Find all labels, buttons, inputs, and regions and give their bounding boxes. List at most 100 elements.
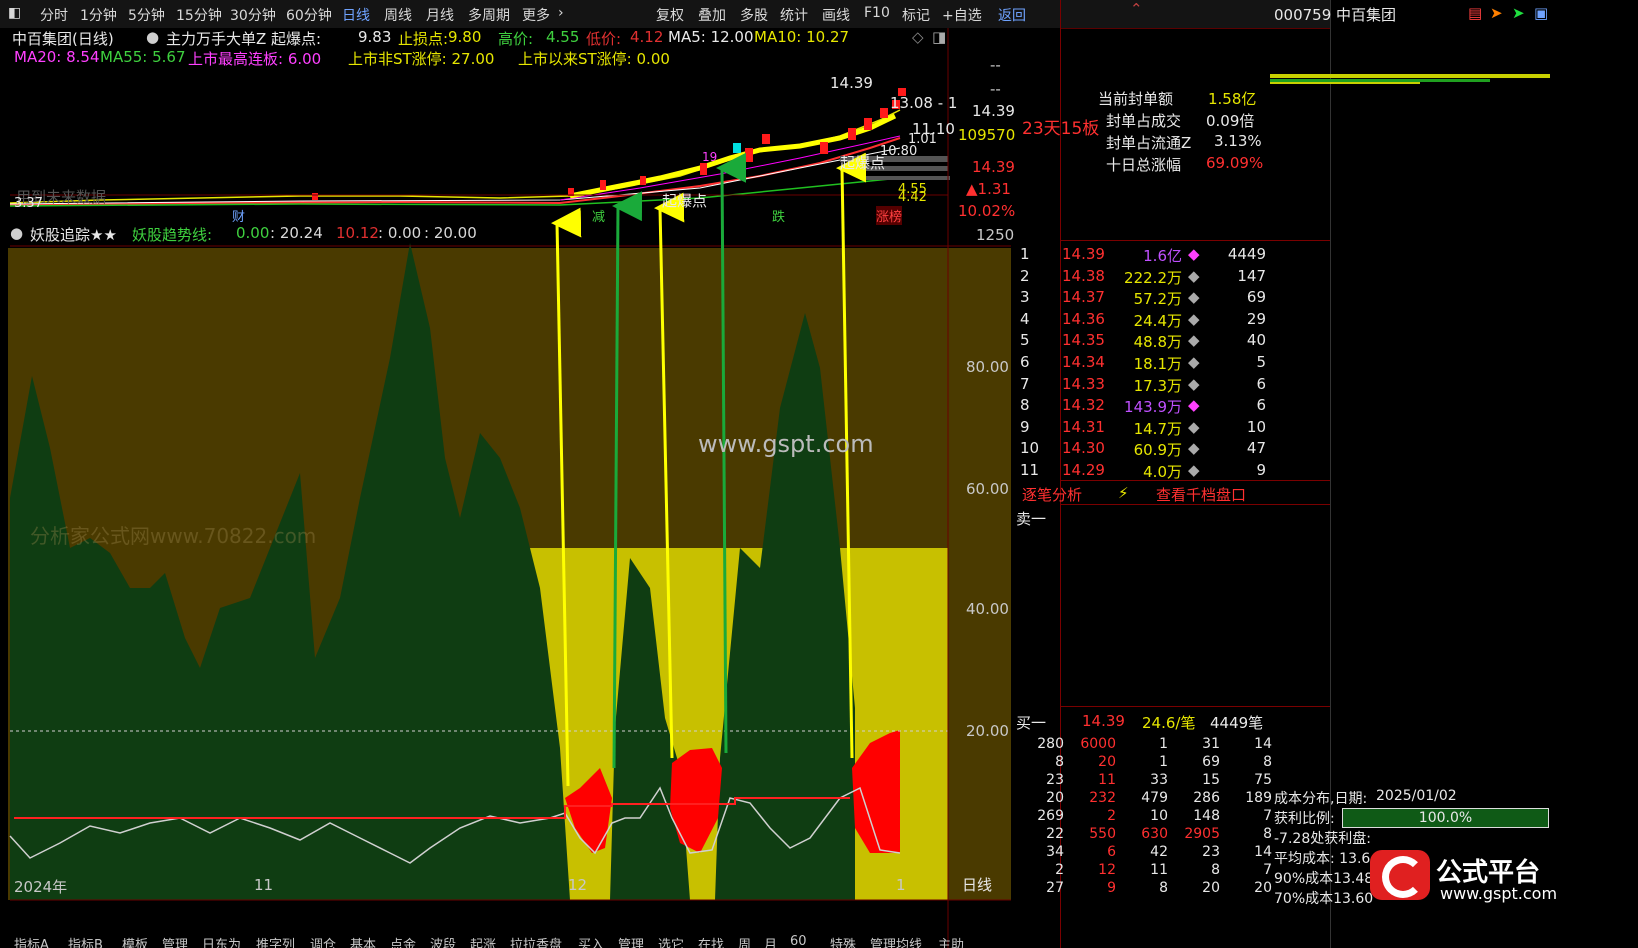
bottom-tab[interactable]: 推字列 xyxy=(256,934,295,948)
trade-cell: 42 xyxy=(1150,844,1168,860)
trade-cell: 1 xyxy=(1159,754,1168,770)
level-count: 5 xyxy=(1256,353,1266,371)
bottom-tab[interactable]: 调仓 xyxy=(310,934,336,948)
diamond-icon[interactable]: ◇ xyxy=(912,28,924,46)
bottom-tab[interactable]: 管理均线 xyxy=(870,934,922,948)
bottom-tab[interactable]: 起涨 xyxy=(470,934,496,948)
period-tab[interactable]: 周线 xyxy=(384,5,412,25)
bottom-tab[interactable]: 月 xyxy=(764,934,777,948)
period-tab[interactable]: 月线 xyxy=(426,5,454,25)
bottom-tab[interactable]: 买入 xyxy=(578,934,604,948)
flag-icon[interactable]: ▤ xyxy=(1468,4,1482,22)
trade-cell: 27 xyxy=(1046,880,1064,896)
order-book-row[interactable]: 2 14.38 222.2万 ◆ 147 xyxy=(1020,265,1326,287)
tool-button[interactable]: 复权 xyxy=(656,5,684,25)
arrow-icon[interactable]: ➤ xyxy=(1512,4,1525,22)
bottom-tab[interactable]: 点金 xyxy=(390,934,416,948)
order-book-row[interactable]: 4 14.36 24.4万 ◆ 29 xyxy=(1020,308,1326,330)
add-watchlist-button[interactable]: +自选 xyxy=(942,5,982,25)
bottom-tab[interactable]: 60 xyxy=(790,934,807,948)
bottom-tab[interactable]: 在找 xyxy=(698,934,724,948)
tool-button[interactable]: F10 xyxy=(864,5,890,21)
collapse-icon[interactable]: ⌃ xyxy=(1130,0,1143,18)
settings-icon[interactable]: ● xyxy=(146,28,159,46)
diamond-icon: ◆ xyxy=(1188,353,1200,371)
depth-tab[interactable]: 查看千档盘口 xyxy=(1156,484,1246,505)
y-tick: -- xyxy=(990,56,1001,74)
layout-icon[interactable]: ◧ xyxy=(8,5,21,21)
panel-toggle-icon[interactable]: ◨ xyxy=(932,28,946,46)
level-volume: 18.1万 xyxy=(1133,355,1182,373)
diamond-icon: ◆ xyxy=(1188,461,1200,479)
sell1-label: 卖一 xyxy=(1016,510,1047,528)
order-book-row[interactable]: 3 14.37 57.2万 ◆ 69 xyxy=(1020,286,1326,308)
period-tab[interactable]: 60分钟 xyxy=(286,5,332,25)
bottom-tab[interactable]: 周 xyxy=(738,934,751,948)
tool-button[interactable]: 标记 xyxy=(902,5,930,25)
bottom-tab[interactable]: 日东为 xyxy=(202,934,241,948)
trade-cell: 11 xyxy=(1150,862,1168,878)
finance-marker[interactable]: 财 xyxy=(232,206,245,225)
trade-cell: 23 xyxy=(1202,844,1220,860)
trade-cell: 8 xyxy=(1263,826,1272,842)
bottom-tab[interactable]: 管理 xyxy=(162,934,188,948)
period-tab[interactable]: 分时 xyxy=(40,5,68,25)
trade-cell: 2 xyxy=(1107,808,1116,824)
reduce-marker[interactable]: 减 xyxy=(592,206,605,225)
level-num: 8 xyxy=(1020,396,1030,415)
order-book-row[interactable]: 1 14.39 1.6亿 ◆ 4449 xyxy=(1020,243,1326,265)
y-tick: 20.00 xyxy=(966,722,1009,740)
bottom-tab[interactable]: 特殊 xyxy=(830,934,856,948)
bottom-tab[interactable]: 管理 xyxy=(618,934,644,948)
tool-button[interactable]: 统计 xyxy=(780,5,808,25)
chevron-right-icon[interactable]: › xyxy=(558,5,564,21)
indicator-settings-icon[interactable]: ● xyxy=(10,224,23,242)
trend-value: 0.00 xyxy=(236,224,270,242)
trade-row: 27 9 8 20 20 xyxy=(1012,880,1278,899)
tool-button[interactable]: 画线 xyxy=(822,5,850,25)
indicator-name: 主力万手大单Z 起爆点: xyxy=(166,30,322,48)
bottom-tab[interactable]: 指标B xyxy=(68,934,103,948)
order-book-row[interactable]: 6 14.34 18.1万 ◆ 5 xyxy=(1020,351,1326,373)
tool-button[interactable]: 叠加 xyxy=(698,5,726,25)
fall-marker[interactable]: 跌 xyxy=(772,206,785,225)
tool-button[interactable]: 多股 xyxy=(740,5,768,25)
trade-cell: 7 xyxy=(1263,862,1272,878)
seal-amount: 1.58亿 xyxy=(1208,90,1257,108)
qibao-label: 起爆点 xyxy=(840,154,886,172)
bottom-tab[interactable]: 主助 xyxy=(938,934,964,948)
window-icon[interactable]: ▣ xyxy=(1534,4,1548,22)
back-button[interactable]: 返回 xyxy=(998,5,1026,25)
tick-analysis-tab[interactable]: 逐笔分析 xyxy=(1022,484,1082,505)
period-indicator[interactable]: 日线 xyxy=(962,874,992,895)
bottom-tab[interactable]: 指标A xyxy=(14,934,49,948)
order-book-row[interactable]: 7 14.33 17.3万 ◆ 6 xyxy=(1020,373,1326,395)
level-num: 2 xyxy=(1020,266,1030,285)
order-book-row[interactable]: 10 14.30 60.9万 ◆ 47 xyxy=(1020,437,1326,459)
level-price: 14.30 xyxy=(1062,439,1105,458)
level-price: 14.39 xyxy=(1062,245,1105,263)
level-num: 1 xyxy=(1020,245,1030,263)
period-tab-daily[interactable]: 日线 xyxy=(342,5,370,25)
buy1-vol: 24.6/笔 xyxy=(1142,714,1196,732)
arrow-icon[interactable]: ➤ xyxy=(1490,4,1503,22)
order-book-row[interactable]: 8 14.32 143.9万 ◆ 6 xyxy=(1020,394,1326,416)
order-book-row[interactable]: 9 14.31 14.7万 ◆ 10 xyxy=(1020,416,1326,438)
low-value: 4.12 xyxy=(630,28,664,46)
order-book-row[interactable]: 11 14.29 4.0万 ◆ 9 xyxy=(1020,459,1326,481)
limit-list-marker[interactable]: 涨榜 xyxy=(876,206,903,225)
period-tab[interactable]: 15分钟 xyxy=(176,5,222,25)
bottom-tab[interactable]: 基本 xyxy=(350,934,376,948)
period-tab[interactable]: 30分钟 xyxy=(230,5,276,25)
bottom-tab[interactable]: 波段 xyxy=(430,934,456,948)
bottom-tab[interactable]: 选它 xyxy=(658,934,684,948)
period-tab[interactable]: 1分钟 xyxy=(80,5,117,25)
period-tab[interactable]: 5分钟 xyxy=(128,5,165,25)
period-tab[interactable]: 多周期 xyxy=(468,5,510,25)
more-periods[interactable]: 更多 xyxy=(522,5,550,25)
order-book-row[interactable]: 5 14.35 48.8万 ◆ 40 xyxy=(1020,329,1326,351)
bottom-tab[interactable]: 拉拉香盘 xyxy=(510,934,562,948)
y-tick: 80.00 xyxy=(966,358,1009,376)
target-label: 13.08 - 1 xyxy=(890,94,958,112)
bottom-tab[interactable]: 模板 xyxy=(122,934,148,948)
